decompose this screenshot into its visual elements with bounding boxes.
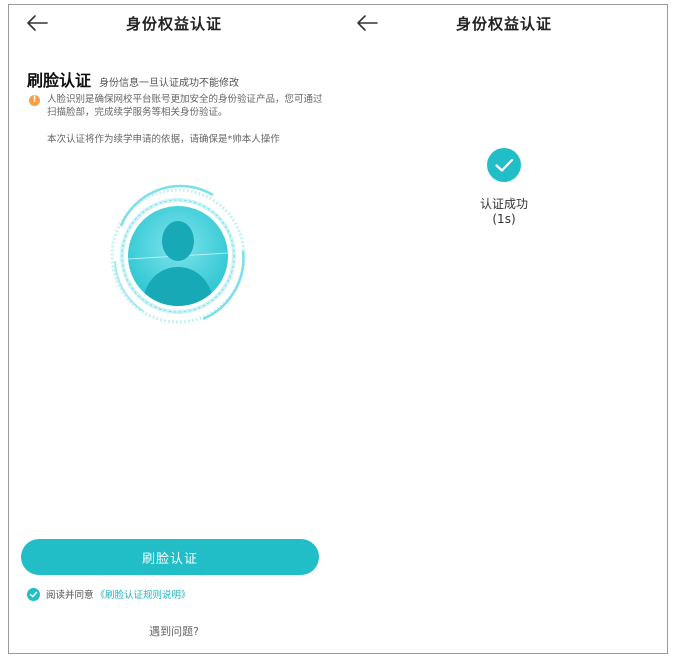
warning-icon: !: [29, 95, 40, 106]
check-circle-icon: [487, 148, 521, 182]
verify-success-screen: 身份权益认证 认证成功 (1s): [339, 5, 669, 653]
page-title: 身份权益认证: [125, 15, 222, 33]
agreement-text: 阅读并同意: [46, 590, 94, 601]
rules-link[interactable]: 《刷脸认证规则说明》: [96, 587, 191, 601]
heading-note: 身份信息一旦认证成功不能修改: [99, 78, 240, 89]
face-verify-screen: 身份权益认证 刷脸认证 身份信息一旦认证成功不能修改 ! 人脸识别是确保网校平台…: [9, 5, 339, 653]
face-scan-icon: [110, 184, 246, 324]
notice: ! 人脸识别是确保网校平台账号更加安全的身份验证产品，您可通过扫描脸部，完成续学…: [29, 93, 324, 119]
app-frame: 身份权益认证 刷脸认证 身份信息一旦认证成功不能修改 ! 人脸识别是确保网校平台…: [8, 4, 668, 654]
nav-bar: 身份权益认证: [339, 5, 669, 45]
nav-bar: 身份权益认证: [9, 5, 339, 45]
agreement-row: 阅读并同意 《刷脸认证规则说明》: [27, 587, 191, 601]
countdown-text: (1s): [492, 212, 516, 226]
section-heading: 刷脸认证: [27, 71, 92, 90]
page-title: 身份权益认证: [455, 15, 552, 33]
success-text: 认证成功: [479, 197, 528, 211]
checkbox-checked-icon[interactable]: [27, 587, 40, 601]
face-verify-button[interactable]: 刷脸认证: [21, 539, 319, 575]
help-link[interactable]: 遇到问题?: [9, 623, 339, 639]
heading-row: 刷脸认证 身份信息一旦认证成功不能修改: [27, 67, 239, 91]
notice-text: 人脸识别是确保网校平台账号更加安全的身份验证产品，您可通过扫描脸部，完成续学服务…: [47, 94, 323, 118]
notice-sub: 本次认证将作为续学申请的依据，请确保是*帅本人操作: [47, 134, 280, 145]
